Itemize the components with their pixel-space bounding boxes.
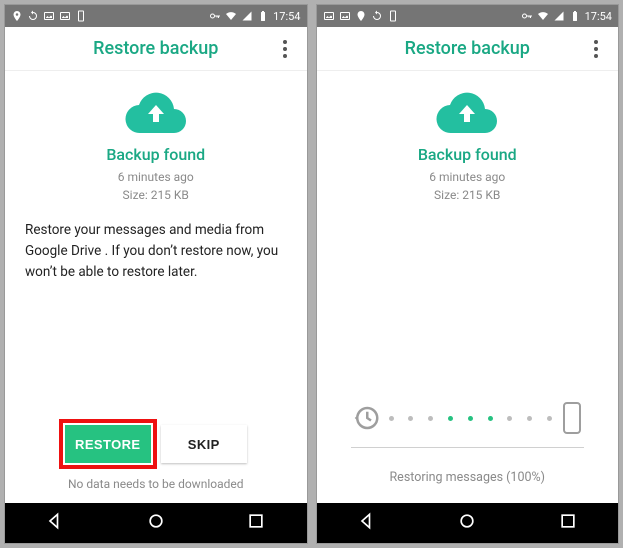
footer-note: No data needs to be downloaded [68,477,244,491]
title-bar: Restore backup [317,27,619,71]
device-icon [387,10,399,22]
signal-icon [553,10,565,22]
key-icon [209,10,221,22]
button-row: RESTORE SKIP [65,425,247,463]
signal-icon [241,10,253,22]
status-bar: 17:54 [5,5,307,27]
refresh-icon [371,10,383,22]
location-icon [11,10,23,22]
clock: 17:54 [585,10,612,23]
backup-age: 6 minutes ago [429,168,505,186]
progress-area: Restoring messages (100%) [333,401,603,503]
image-icon [323,10,335,22]
cloud-upload-icon [434,89,500,137]
nav-bar [317,503,619,543]
location-icon [355,10,367,22]
content-area: Backup found 6 minutes ago Size: 215 KB … [317,71,619,503]
restore-button[interactable]: RESTORE [65,425,151,463]
backup-meta: 6 minutes ago Size: 215 KB [429,168,505,204]
restore-status: Restoring messages (100%) [345,470,591,485]
image-icon [43,10,55,22]
phone-left: 17:54 Restore backup Backup found 6 minu… [4,4,308,544]
wifi-icon [537,10,549,22]
nav-recent-button[interactable] [558,511,578,535]
battery-icon [569,10,581,22]
clock: 17:54 [273,10,300,23]
nav-home-button[interactable] [146,511,166,535]
phone-icon [560,401,584,435]
skip-button[interactable]: SKIP [161,425,247,463]
backup-found-label: Backup found [418,145,517,164]
page-title: Restore backup [351,38,585,59]
nav-back-button[interactable] [357,511,377,535]
nav-back-button[interactable] [45,511,65,535]
wifi-icon [225,10,237,22]
backup-size: Size: 215 KB [118,186,194,204]
overflow-menu-button[interactable] [584,34,608,64]
device-icon [75,10,87,22]
overflow-menu-button[interactable] [273,34,297,64]
restore-description: Restore your messages and media from Goo… [21,220,291,283]
title-bar: Restore backup [5,27,307,71]
image-icon [59,10,71,22]
refresh-icon [27,10,39,22]
key-icon [521,10,533,22]
nav-home-button[interactable] [457,511,477,535]
backup-meta: 6 minutes ago Size: 215 KB [118,168,194,204]
phone-right: 17:54 Restore backup Backup found 6 minu… [316,4,620,544]
backup-age: 6 minutes ago [118,168,194,186]
status-bar: 17:54 [317,5,619,27]
backup-size: Size: 215 KB [429,186,505,204]
page-title: Restore backup [39,38,273,59]
image-icon [339,10,351,22]
history-icon [351,403,381,433]
battery-icon [257,10,269,22]
nav-recent-button[interactable] [246,511,266,535]
backup-found-label: Backup found [106,145,205,164]
cloud-upload-icon [123,89,189,137]
content-area: Backup found 6 minutes ago Size: 215 KB … [5,71,307,503]
nav-bar [5,503,307,543]
